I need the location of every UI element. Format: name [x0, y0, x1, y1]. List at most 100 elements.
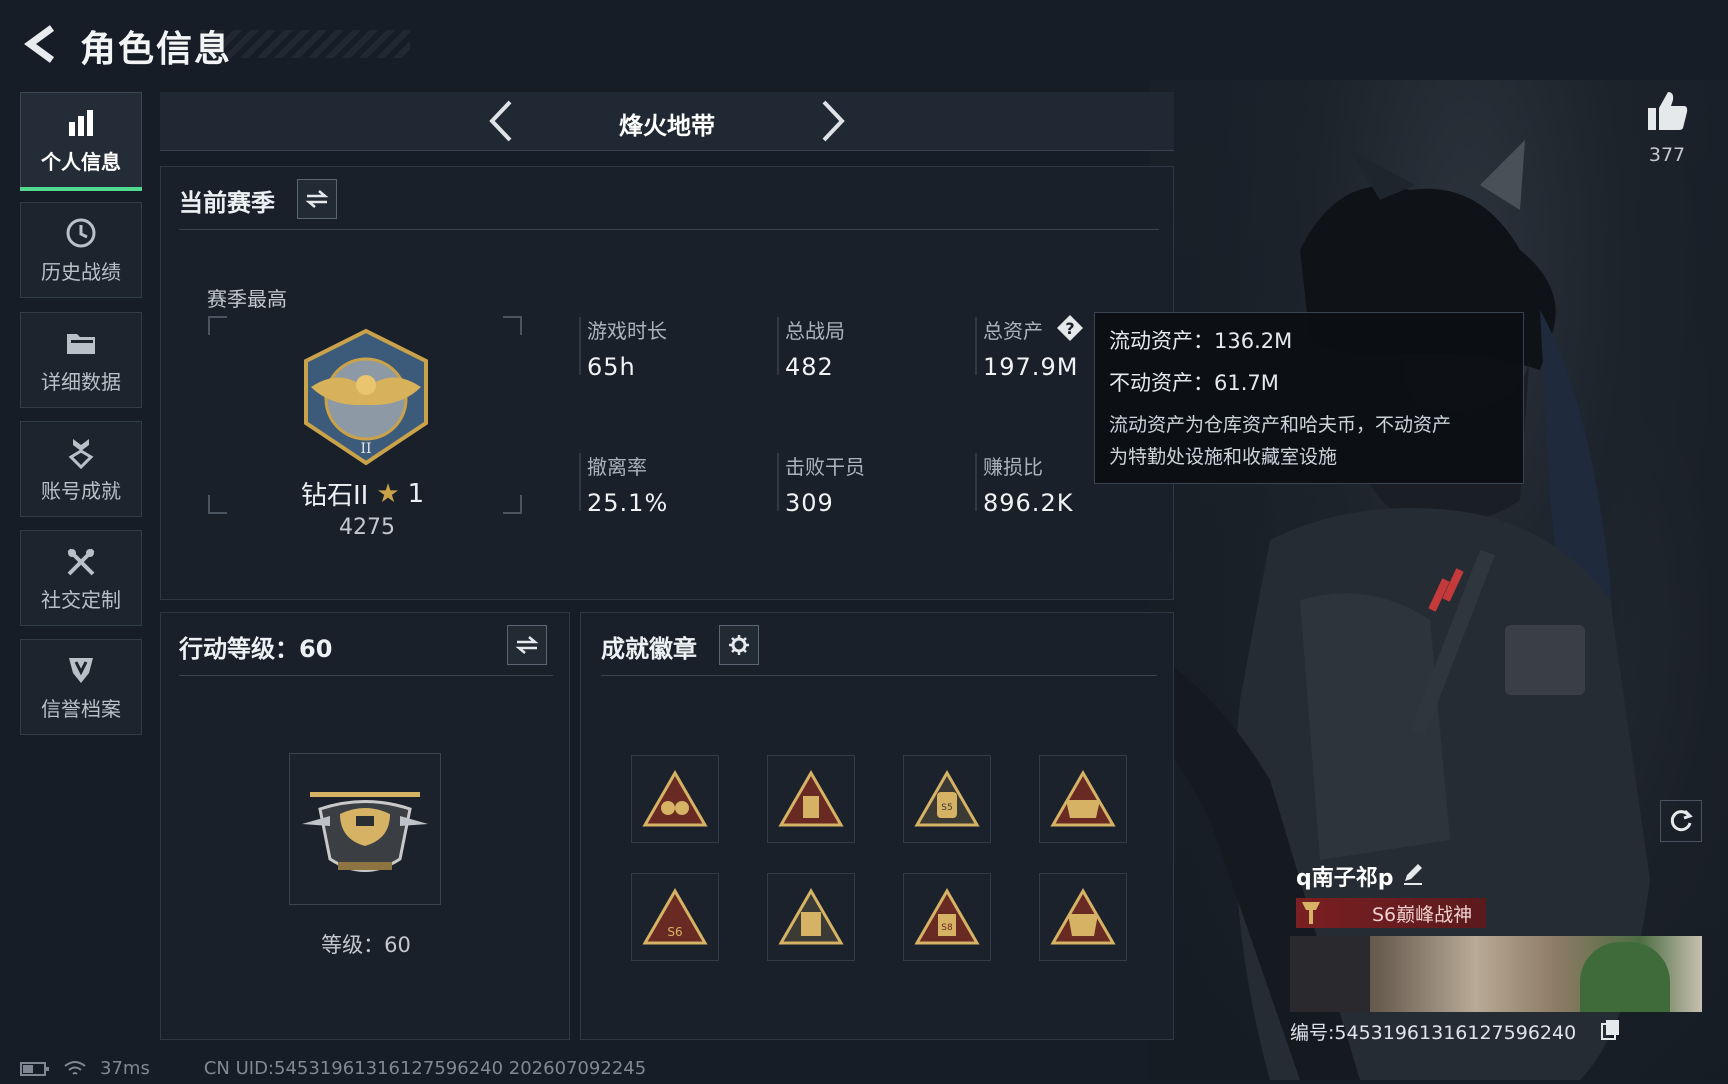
help-icon: ?	[1057, 315, 1083, 341]
stat-profit-label: 赚损比	[983, 455, 1043, 479]
tooltip-note-line2: 为特勤处设施和收藏室设施	[1109, 446, 1338, 468]
helicopter-emblem-icon	[302, 792, 428, 872]
avatar	[1290, 936, 1370, 1012]
achievement-badge[interactable]: S8	[903, 873, 991, 961]
copy-icon	[1601, 1020, 1619, 1040]
fish-badge-icon	[642, 770, 708, 827]
tools-icon	[67, 548, 95, 575]
player-name: q南子祁p	[1296, 866, 1394, 891]
sidebar-item-credit[interactable]: 信誉档案	[20, 639, 142, 735]
sidebar-item-personal-info[interactable]: 个人信息	[20, 92, 142, 191]
wifi-icon	[64, 1060, 86, 1075]
level-emblem-frame	[289, 753, 441, 905]
sidebar-item-label: 个人信息	[41, 149, 121, 174]
svg-text:II: II	[360, 441, 371, 457]
stat-divider	[777, 317, 779, 375]
panel-divider	[179, 675, 553, 676]
stat-matches-label: 总战局	[785, 319, 845, 343]
profile-banner	[1290, 936, 1702, 1012]
assets-info-button[interactable]: ?	[1055, 313, 1085, 343]
stat-assets-label: 总资产	[983, 319, 1043, 343]
sidebar-item-history[interactable]: 历史战绩	[20, 202, 142, 298]
stat-matches-value: 482	[785, 353, 834, 381]
title-badge-text: S6巅峰战神	[1372, 903, 1473, 926]
medal-icon	[68, 438, 94, 469]
stat-assets-value: 197.9M	[983, 353, 1079, 381]
svg-text:S5: S5	[941, 803, 952, 813]
back-button[interactable]	[20, 22, 60, 66]
sidebar-item-detailed-data[interactable]: 详细数据	[20, 312, 142, 408]
banner-character	[1580, 942, 1670, 1012]
sidebar-item-label: 详细数据	[41, 369, 121, 394]
svg-text:?: ?	[1065, 319, 1074, 338]
achievement-badge[interactable]	[1039, 755, 1127, 843]
stat-divider	[579, 453, 581, 511]
star-icon: ★	[376, 478, 400, 509]
stat-kills-value: 309	[785, 489, 834, 517]
sidebar-item-achievements[interactable]: 账号成就	[20, 421, 142, 517]
page-title: 角色信息	[80, 29, 233, 70]
stat-playtime-value: 65h	[587, 353, 636, 381]
rank-score: 4275	[339, 515, 395, 540]
swap-icon	[515, 636, 539, 654]
svg-text:S6: S6	[667, 925, 682, 939]
achievement-badge[interactable]	[767, 873, 855, 961]
folder-icon	[67, 333, 95, 354]
pencil-icon	[1404, 864, 1422, 885]
stat-divider	[579, 317, 581, 375]
achievements-title: 成就徽章	[601, 635, 697, 663]
panel-divider	[179, 229, 1159, 230]
svg-text:S8: S8	[941, 923, 953, 933]
edit-name-button[interactable]	[1400, 860, 1426, 886]
season-best-label: 赛季最高	[207, 287, 287, 311]
box-badge-icon	[778, 770, 844, 827]
crate-badge-icon	[1050, 770, 1116, 827]
trophy-badge-icon	[1050, 888, 1116, 945]
current-season-title: 当前赛季	[179, 189, 275, 217]
achievement-badge[interactable]	[767, 755, 855, 843]
level-text: 等级：60	[321, 933, 411, 957]
sidebar-item-label: 信誉档案	[41, 696, 121, 721]
achievement-badge[interactable]	[631, 755, 719, 843]
next-mode-button[interactable]	[812, 98, 852, 144]
switch-season-button[interactable]	[297, 179, 337, 219]
sidebar-item-label: 社交定制	[41, 587, 121, 612]
copy-id-button[interactable]	[1600, 1018, 1622, 1040]
achievements-panel: 成就徽章 S5 S6 S8	[580, 612, 1174, 1040]
switch-level-button[interactable]	[507, 625, 547, 665]
rotate-button[interactable]	[1660, 800, 1702, 842]
action-level-title: 行动等级：60	[179, 635, 333, 663]
ping-text: 37ms	[100, 1058, 150, 1079]
achievement-settings-button[interactable]	[719, 625, 759, 665]
sidebar-item-label: 账号成就	[41, 478, 121, 503]
chevron-right-icon	[822, 100, 845, 142]
like-count: 377	[1648, 144, 1686, 166]
like-button[interactable]	[1644, 88, 1690, 134]
sidebar-item-label: 历史战绩	[41, 259, 121, 284]
uid-text: CN UID:545319613161275962​40 20260709224…	[203, 1058, 647, 1079]
s6-badge-icon: S6	[642, 888, 708, 945]
stat-extraction-label: 撤离率	[587, 455, 647, 479]
vest-badge-icon	[778, 888, 844, 945]
chevron-left-icon	[489, 100, 512, 142]
achievement-badge[interactable]	[1039, 873, 1127, 961]
battery-icon	[20, 1061, 49, 1076]
profile-card: q南子祁p S6巅峰战神 编号:545319613161275962​40	[1290, 860, 1710, 1080]
stat-kills-label: 击败干员	[785, 455, 865, 479]
achievement-badge[interactable]: S5	[903, 755, 991, 843]
prev-mode-button[interactable]	[482, 98, 522, 144]
swap-icon	[305, 190, 329, 208]
backpack-badge-icon: S5	[914, 770, 980, 827]
player-id: 编号:545319613161275962​40	[1290, 1022, 1577, 1044]
rank-emblem-icon: II	[304, 328, 428, 466]
title-badge: S6巅峰战神	[1296, 898, 1486, 928]
sidebar-item-social[interactable]: 社交定制	[20, 530, 142, 626]
stat-profit-value: 896.2K	[983, 489, 1074, 517]
gear-icon	[729, 635, 749, 655]
achievement-badge[interactable]: S6	[631, 873, 719, 961]
rank-name: 钻石II	[301, 481, 369, 511]
back-arrow-icon	[24, 25, 55, 63]
tooltip-note-line1: 流动资产为仓库资产和哈夫币，不动资产	[1109, 414, 1452, 436]
tooltip-liquid-assets: 流动资产：136.2M	[1109, 329, 1293, 353]
assets-tooltip: 流动资产：136.2M 不动资产：61.7M 流动资产为仓库资产和哈夫币，不动资…	[1094, 312, 1524, 484]
